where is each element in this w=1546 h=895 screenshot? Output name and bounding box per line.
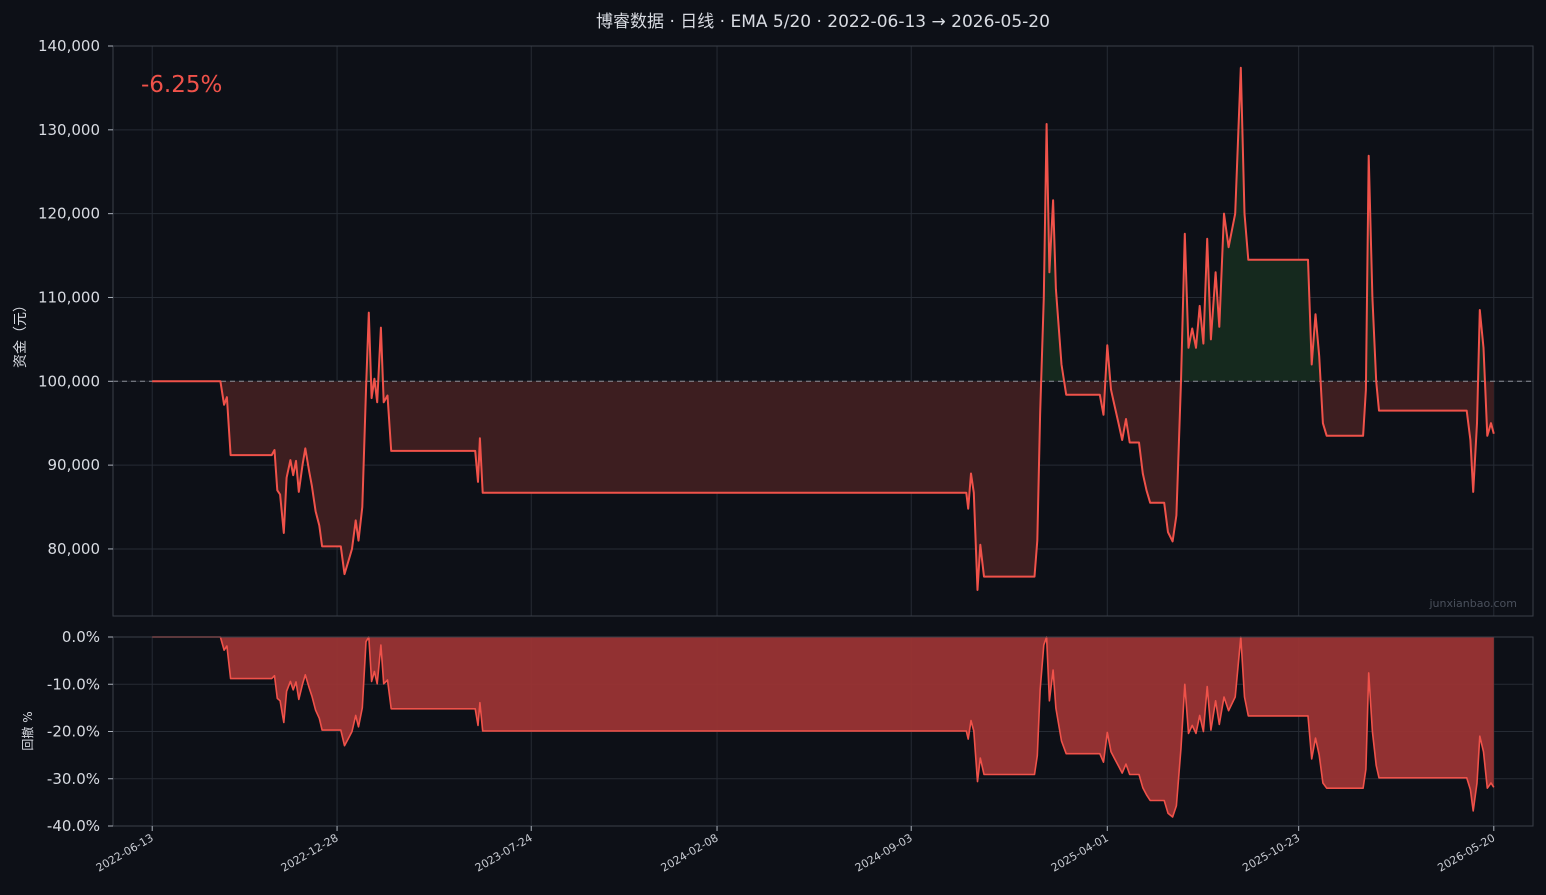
drawdown-y-axis-label: 回撤 % <box>20 711 35 750</box>
equity-ytick-label-6: 140,000 <box>38 37 100 55</box>
equity-ytick-label-3: 110,000 <box>38 288 100 306</box>
equity-ytick-label-2: 100,000 <box>38 372 100 390</box>
equity-ytick-label-4: 120,000 <box>38 205 100 223</box>
equity-drawdown-chart: 博睿数据 · 日线 · EMA 5/20 · 2022-06-13 → 2026… <box>0 0 1546 895</box>
drawdown-ytick-label-0: 0.0% <box>62 628 100 646</box>
equity-ytick-label-5: 130,000 <box>38 121 100 139</box>
drawdown-ytick-label-2: -20.0% <box>47 723 100 741</box>
drawdown-ytick-label-1: -10.0% <box>47 675 100 693</box>
drawdown-ytick-label-3: -30.0% <box>47 770 100 788</box>
equity-ytick-label-1: 90,000 <box>48 456 101 474</box>
chart-title: 博睿数据 · 日线 · EMA 5/20 · 2022-06-13 → 2026… <box>596 12 1050 32</box>
watermark: junxianbao.com <box>1428 597 1517 610</box>
return-label: -6.25% <box>141 72 222 98</box>
equity-y-axis-label: 资金（元） <box>13 298 29 368</box>
drawdown-ytick-label-4: -40.0% <box>47 817 100 835</box>
equity-ytick-label-0: 80,000 <box>48 540 101 558</box>
